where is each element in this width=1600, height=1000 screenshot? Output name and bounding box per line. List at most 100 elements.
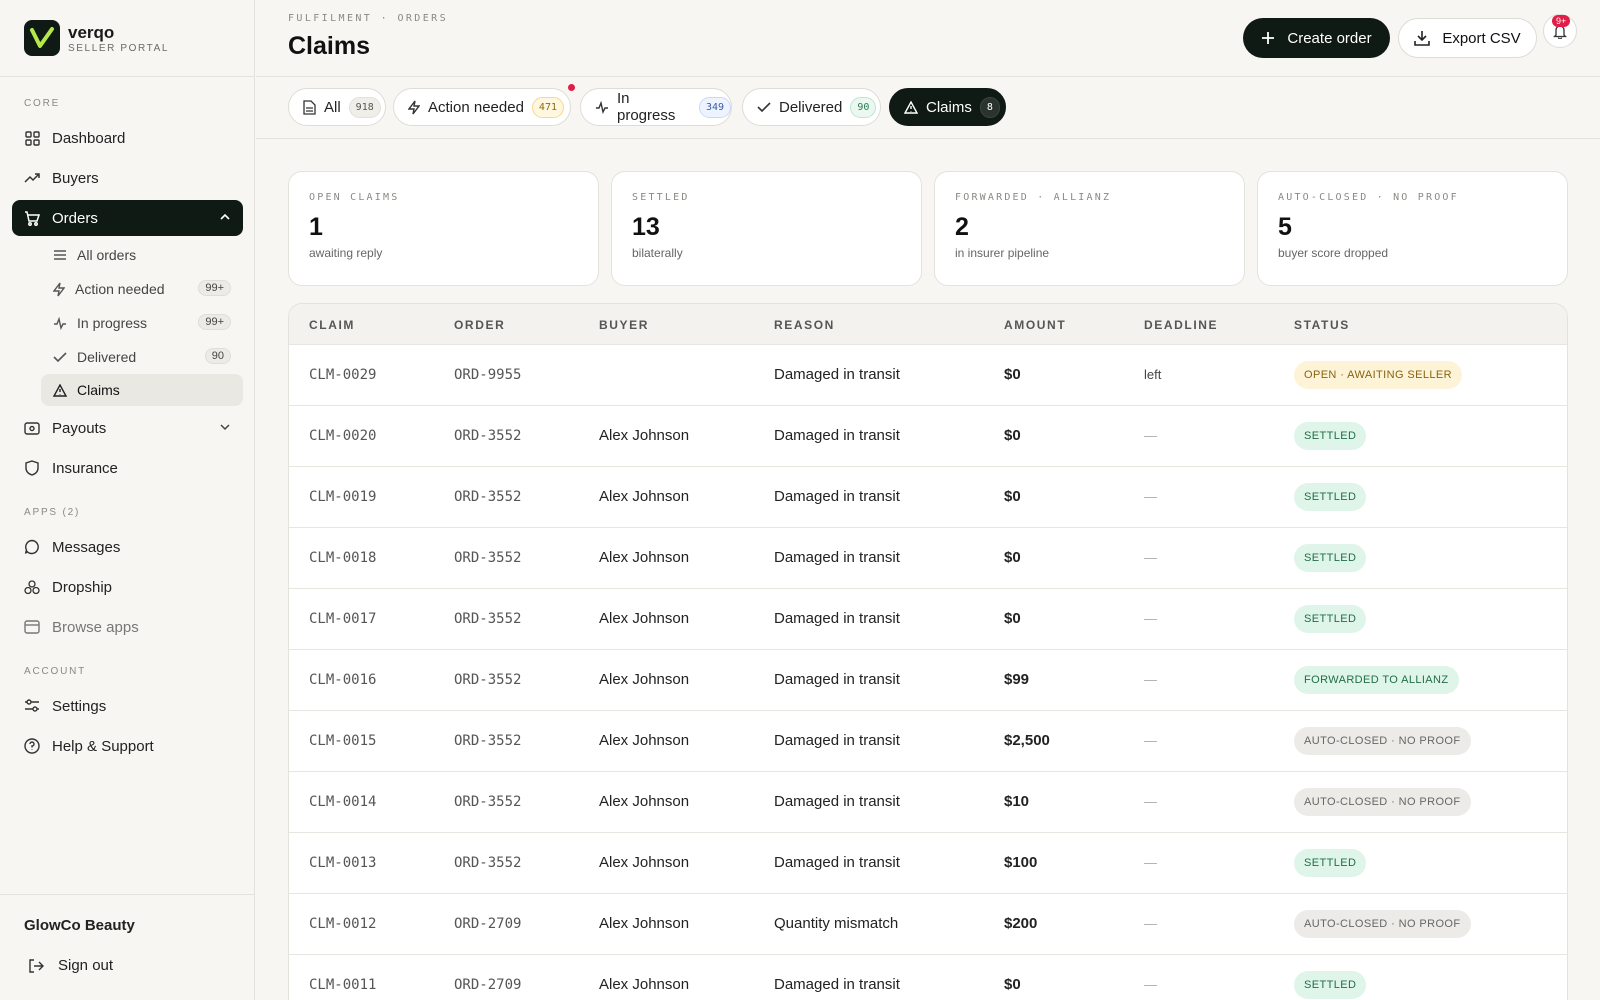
table-row[interactable]: CLM-0020 ORD-3552 Alex Johnson Damaged in t… [289, 406, 1567, 467]
sidebar-item-messages[interactable]: Messages [12, 529, 243, 565]
sidebar-subitem-all-orders[interactable]: All orders [41, 239, 243, 271]
claim-amount: $100 [1004, 854, 1038, 871]
warning-icon [53, 383, 67, 397]
sidebar-subitem-action-needed[interactable]: Action needed 99+ [41, 273, 243, 305]
sidebar-item-dashboard[interactable]: Dashboard [12, 120, 243, 156]
table-row[interactable]: CLM-0016 ORD-3552 Alex Johnson Damaged in t… [289, 650, 1567, 711]
claim-reason: Damaged in transit [774, 610, 900, 627]
claim-reason: Damaged in transit [774, 671, 900, 688]
buyer-name: Alex Johnson [599, 671, 690, 688]
sidebar-item-payouts[interactable]: Payouts [12, 410, 243, 446]
claim-reason: Damaged in transit [774, 427, 900, 444]
column-header-reason[interactable]: REASON [774, 318, 835, 332]
tab-action-needed[interactable]: Action needed 471 [393, 88, 571, 126]
sidebar-item-orders[interactable]: Orders [12, 200, 243, 236]
sidebar-item-label: Dashboard [52, 129, 126, 147]
sliders-icon [24, 698, 40, 714]
claim-id[interactable]: CLM-0015 [309, 733, 376, 749]
brand[interactable]: verqo SELLER PORTAL [0, 0, 254, 77]
order-id[interactable]: ORD-3552 [454, 855, 521, 871]
tab-delivered[interactable]: Delivered 90 [742, 88, 881, 126]
claim-id[interactable]: CLM-0012 [309, 916, 376, 932]
stat-card-auto-closed: AUTO-CLOSED · NO PROOF 5 buyer score dro… [1257, 171, 1568, 286]
order-id[interactable]: ORD-3552 [454, 733, 521, 749]
table-row[interactable]: CLM-0017 ORD-3552 Alex Johnson Damaged in t… [289, 589, 1567, 650]
sidebar-item-label: Insurance [52, 459, 118, 477]
order-id[interactable]: ORD-3552 [454, 489, 521, 505]
create-order-button[interactable]: Create order [1243, 18, 1390, 58]
sidebar-item-label: Orders [52, 209, 98, 227]
order-id[interactable]: ORD-9955 [454, 367, 521, 383]
sidebar-item-help[interactable]: Help & Support [12, 728, 243, 764]
column-header-status[interactable]: STATUS [1294, 318, 1350, 332]
sidebar-subitem-in-progress[interactable]: In progress 99+ [41, 307, 243, 339]
tab-count: 349 [698, 96, 731, 118]
sign-out-button[interactable]: Sign out [28, 957, 113, 974]
order-id[interactable]: ORD-3552 [454, 428, 521, 444]
table-row[interactable]: CLM-0013 ORD-3552 Alex Johnson Damaged in t… [289, 833, 1567, 894]
sidebar-item-browse-apps[interactable]: Browse apps [12, 609, 243, 645]
tab-in-progress[interactable]: In progress 349 [580, 88, 732, 126]
status-badge: SETTLED [1294, 544, 1367, 572]
sidebar-item-buyers[interactable]: Buyers [12, 160, 243, 196]
table-row[interactable]: CLM-0018 ORD-3552 Alex Johnson Damaged in t… [289, 528, 1567, 589]
claim-amount: $10 [1004, 793, 1030, 810]
table-row[interactable]: CLM-0015 ORD-3552 Alex Johnson Damaged in t… [289, 711, 1567, 772]
order-id[interactable]: ORD-2709 [454, 916, 521, 932]
column-header-order[interactable]: ORDER [454, 318, 505, 332]
table-row[interactable]: CLM-0011 ORD-2709 Alex Johnson Damaged in t… [289, 955, 1567, 1000]
order-id[interactable]: ORD-3552 [454, 611, 521, 627]
column-header-claim[interactable]: CLAIM [309, 318, 355, 332]
sidebar-item-insurance[interactable]: Insurance [12, 450, 243, 486]
claim-amount: $0 [1004, 610, 1021, 627]
table-row[interactable]: CLM-0012 ORD-2709 Alex Johnson Quantity mis… [289, 894, 1567, 955]
sidebar-subitem-claims[interactable]: Claims [41, 374, 243, 406]
claim-id[interactable]: CLM-0014 [309, 794, 376, 810]
claim-id[interactable]: CLM-0011 [309, 977, 376, 993]
claim-deadline: — [1144, 977, 1157, 992]
chevron-up-icon [219, 211, 231, 223]
claim-id[interactable]: CLM-0016 [309, 672, 376, 688]
sidebar-item-dropship[interactable]: Dropship [12, 569, 243, 605]
order-id[interactable]: ORD-2709 [454, 977, 521, 993]
column-header-deadline[interactable]: DEADLINE [1144, 318, 1218, 332]
column-header-buyer[interactable]: BUYER [599, 318, 649, 332]
tab-all[interactable]: All 918 [288, 88, 386, 126]
brand-name: verqo [68, 22, 115, 42]
claim-id[interactable]: CLM-0019 [309, 489, 376, 505]
sidebar-subitem-delivered[interactable]: Delivered 90 [41, 341, 243, 373]
claim-amount: $2,500 [1004, 732, 1050, 749]
claim-id[interactable]: CLM-0018 [309, 550, 376, 566]
sidebar-item-label: Buyers [52, 169, 99, 187]
order-id[interactable]: ORD-3552 [454, 672, 521, 688]
claim-deadline: — [1144, 489, 1157, 504]
claim-id[interactable]: CLM-0029 [309, 367, 376, 383]
table-row[interactable]: CLM-0014 ORD-3552 Alex Johnson Damaged in t… [289, 772, 1567, 833]
tab-claims[interactable]: Claims 8 [889, 88, 1006, 126]
order-id[interactable]: ORD-3552 [454, 794, 521, 810]
tab-label: Delivered [779, 98, 843, 116]
claim-id[interactable]: CLM-0013 [309, 855, 376, 871]
status-badge: SETTLED [1294, 849, 1367, 877]
claim-deadline: — [1144, 672, 1157, 687]
page-header: FULFILMENT · ORDERS Claims Create order … [256, 0, 1600, 77]
sidebar-item-settings[interactable]: Settings [12, 688, 243, 724]
shield-icon [24, 460, 40, 476]
claim-deadline: — [1144, 611, 1157, 626]
export-csv-button[interactable]: Export CSV [1398, 18, 1537, 58]
stat-sub: bilaterally [632, 246, 683, 260]
column-header-amount[interactable]: AMOUNT [1004, 318, 1066, 332]
claim-deadline: — [1144, 428, 1157, 443]
sidebar-item-label: Help & Support [52, 737, 154, 755]
brand-logo-icon [24, 20, 60, 56]
order-id[interactable]: ORD-3552 [454, 550, 521, 566]
claim-reason: Damaged in transit [774, 732, 900, 749]
buyer-name: Alex Johnson [599, 793, 690, 810]
claim-deadline: — [1144, 855, 1157, 870]
claim-id[interactable]: CLM-0017 [309, 611, 376, 627]
bolt-icon [408, 100, 420, 115]
table-row[interactable]: CLM-0029 ORD-9955 Damaged in transit $0 left… [289, 345, 1567, 406]
claim-id[interactable]: CLM-0020 [309, 428, 376, 444]
org-name: GlowCo Beauty [24, 917, 135, 934]
table-row[interactable]: CLM-0019 ORD-3552 Alex Johnson Damaged in t… [289, 467, 1567, 528]
